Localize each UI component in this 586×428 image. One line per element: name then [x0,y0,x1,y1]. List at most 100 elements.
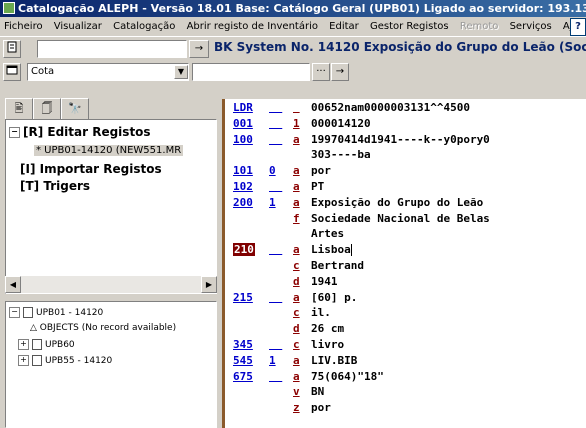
menu-abrir-registo[interactable]: Abrir registo de Inventário [183,21,322,32]
marc-subfield-code[interactable]: a [293,243,300,256]
marc-subfield-value[interactable]: 75(064)"18" [311,370,384,383]
marc-subfield-code[interactable]: a [293,133,300,146]
marc-field-line[interactable]: c il. [225,306,586,321]
marc-tag[interactable]: 545 [233,354,253,367]
marc-subfield-value[interactable]: Bertrand [311,259,364,272]
marc-subfield-code[interactable]: a [293,180,300,193]
command-input[interactable] [37,40,187,58]
collapse-icon[interactable]: − [9,127,20,138]
marc-subfield-code[interactable]: z [293,401,300,414]
marc-field-line[interactable]: LDR 00652nam0000003131^^4500 [225,101,586,116]
tab-tree[interactable]: 🖹 [5,98,33,120]
tree-item-record[interactable]: * UPB01-14120 (NEW551.MR [34,145,184,156]
ellipsis-button[interactable]: ··· [312,63,330,81]
marc-tag[interactable]: 100 [233,133,253,146]
go-arrow-button[interactable]: → [189,40,209,58]
marc-field-line[interactable]: 101 0 a por [225,164,586,179]
marc-subfield-value[interactable]: Sociedade Nacional de Belas [311,212,490,225]
marc-subfield-code[interactable]: f [293,212,300,225]
tree-item-importar-registos[interactable]: [I] Importar Registos [20,162,162,176]
marc-editor[interactable]: LDR 00652nam0000003131^^4500 001 1 0000141… [222,99,586,428]
marc-field-line[interactable]: 545 1 a LIV.BIB [225,354,586,369]
marc-tag[interactable]: 675 [233,370,253,383]
tree2-row-upb55[interactable]: + UPB55 - 14120 [18,355,112,366]
marc-subfield-code[interactable]: d [293,322,300,335]
marc-subfield-value[interactable]: 26 cm [311,322,344,335]
marc-tag[interactable]: LDR [233,101,253,114]
marc-tag[interactable]: 210 [233,243,255,257]
marc-subfield-value[interactable]: 00652nam0000003131^^4500 [311,101,470,114]
marc-subfield-value[interactable]: Exposição do Grupo do Leão [311,196,483,209]
marc-subfield-value[interactable]: Artes [311,227,344,240]
marc-tag[interactable]: 345 [233,338,253,351]
marc-tag[interactable]: 102 [233,180,253,193]
window-icon-button[interactable] [3,63,21,81]
marc-subfield-value[interactable]: 1941 [311,275,338,288]
menu-catalogacao[interactable]: Catalogação [109,21,179,32]
expand-icon[interactable]: + [18,339,29,350]
marc-subfield-value[interactable]: BN [311,385,324,398]
marc-indicator[interactable] [269,291,282,304]
marc-field-line[interactable]: 210 a Lisboa [225,243,586,258]
marc-field-line[interactable]: z por [225,401,586,416]
marc-field-line[interactable]: f Sociedade Nacional de Belas [225,212,586,227]
marc-field-line[interactable]: 215 a [60] p. [225,291,586,306]
marc-subfield-code[interactable]: a [293,370,300,383]
help-button[interactable]: ? [570,18,586,36]
marc-subfield-value[interactable]: PT [311,180,324,193]
marc-indicator[interactable] [269,180,282,193]
scroll-right-arrow-icon[interactable]: ▶ [201,276,217,293]
marc-indicator[interactable]: 0 [269,164,276,177]
marc-tag[interactable]: 215 [233,291,253,304]
menu-ficheiro[interactable]: Ficheiro [0,21,47,32]
expand-icon[interactable]: + [18,355,29,366]
marc-subfield-code[interactable] [293,101,300,114]
window-titlebar[interactable]: Catalogação ALEPH - Versão 18.01 Base: C… [0,0,586,17]
marc-subfield-value[interactable]: il. [311,306,331,319]
marc-field-line[interactable]: 303----ba [225,148,586,163]
marc-field-line[interactable]: c Bertrand [225,259,586,274]
marc-subfield-value[interactable]: LIV.BIB [311,354,357,367]
marc-subfield-code[interactable]: a [293,196,300,209]
marc-field-line[interactable]: d 1941 [225,275,586,290]
marc-subfield-code[interactable]: a [293,164,300,177]
marc-tag[interactable]: 001 [233,117,253,130]
tab-page[interactable]: 🗍 [33,98,61,120]
marc-subfield-code[interactable]: 1 [293,117,300,130]
marc-field-line[interactable]: 200 1 a Exposição do Grupo do Leão [225,196,586,211]
marc-subfield-code[interactable]: a [293,354,300,367]
marc-subfield-value[interactable]: por [311,164,331,177]
collapse-icon[interactable]: − [9,307,20,318]
marc-subfield-code[interactable]: v [293,385,300,398]
marc-subfield-value[interactable]: por [311,401,331,414]
marc-tag[interactable]: 101 [233,164,253,177]
marc-subfield-code[interactable]: c [293,259,300,272]
search-value-input[interactable] [192,63,310,81]
marc-indicator[interactable]: 1 [269,196,276,209]
marc-field-line[interactable]: 675 a 75(064)"18" [225,370,586,385]
marc-subfield-value[interactable]: Lisboa [311,243,352,257]
tab-search[interactable]: 🔭 [61,98,89,120]
tree2-row-upb01[interactable]: − UPB01 - 14120 [9,307,103,318]
marc-field-line[interactable]: v BN [225,385,586,400]
marc-field-line[interactable]: d 26 cm [225,322,586,337]
marc-subfield-value[interactable]: 19970414d1941----k--y0pory0 [311,133,490,146]
marc-subfield-value[interactable]: livro [311,338,344,351]
marc-indicator[interactable] [269,370,282,383]
marc-indicator[interactable] [269,133,282,146]
marc-subfield-value[interactable]: [60] p. [311,291,357,304]
menu-servicos[interactable]: Serviços [506,21,556,32]
marc-subfield-code[interactable]: c [293,338,300,351]
marc-subfield-value[interactable]: 000014120 [311,117,371,130]
marc-indicator[interactable]: 1 [269,354,276,367]
marc-field-line[interactable]: 100 a 19970414d1941----k--y0pory0 [225,133,586,148]
marc-tag[interactable]: 200 [233,196,253,209]
search-field-dropdown[interactable]: ▼ [174,65,188,79]
menu-gestor-registos[interactable]: Gestor Registos [366,21,453,32]
tree2-row-objects[interactable]: △ OBJECTS (No record available) [30,323,176,333]
marc-indicator[interactable] [269,243,282,256]
tree-item-editar-registos[interactable]: − [R] Editar Registos [9,125,151,139]
marc-subfield-code[interactable]: a [293,291,300,304]
search-field-select[interactable]: Cota [27,63,189,81]
marc-indicator[interactable] [269,117,282,130]
